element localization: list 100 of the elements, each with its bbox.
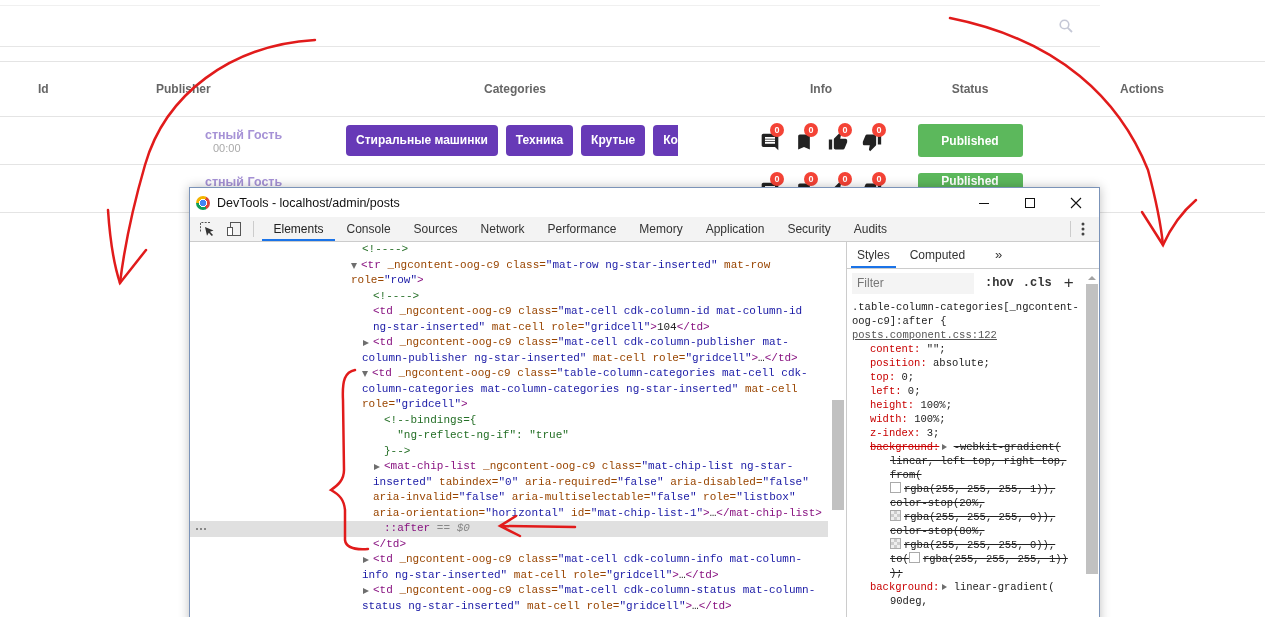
count-badge: 0 xyxy=(770,122,784,137)
css-value: linear-gradient( xyxy=(953,581,1055,593)
html-element[interactable]: <td _ngcontent-oog-c9 class="mat-cell cdk-column-id mat-column-id ng-star-inserted" mat-cell role="gridcell">104</td> xyxy=(373,304,828,335)
category-chip[interactable]: Ко xyxy=(653,125,678,156)
color-swatch[interactable] xyxy=(890,510,901,521)
more-tabs-button[interactable]: » xyxy=(995,242,1003,268)
new-rule-button[interactable]: + xyxy=(1063,273,1074,293)
css-property[interactable]: height: xyxy=(870,399,915,411)
closing-tag: </td> xyxy=(373,537,406,550)
css-value: rgba(255, 255, 255, 0)), xyxy=(904,511,1056,523)
css-value: 3; xyxy=(926,427,940,439)
column-header: Actions xyxy=(1119,82,1165,96)
count-badge: 0 xyxy=(838,172,852,186)
css-value: -webkit-gradient( xyxy=(953,441,1061,453)
toolbar-button[interactable]: .cls xyxy=(1022,276,1052,290)
category-chip[interactable]: Крутые xyxy=(581,125,646,156)
html-element[interactable]: <td _ngcontent-oog-c9 class="mat-cell cdk-column-status mat-column-status ng-star-inserted" mat-cell role="gridcell">…</td> xyxy=(362,583,828,614)
css-rule-header: .table-column-categories[_ngcontent-oog-c9]:after { posts.component.css:122 xyxy=(852,300,1080,342)
color-swatch[interactable] xyxy=(890,538,901,549)
sidebar-tab[interactable]: Computed xyxy=(903,242,972,268)
thumbs-up-icon[interactable] xyxy=(828,131,848,152)
css-value: color-stop(80%, xyxy=(890,525,985,537)
css-value: from( xyxy=(890,469,922,481)
html-element[interactable]: <tr _ngcontent-oog-c9 class="mat-row ng-star-inserted" mat-row role="row"> xyxy=(351,257,828,289)
panel-tab[interactable]: Sources xyxy=(402,217,470,241)
column-header: Status xyxy=(950,82,990,96)
html-comment[interactable]: <!----> xyxy=(373,288,828,304)
count-badge: 0 xyxy=(770,172,784,186)
panel-tab[interactable]: Memory xyxy=(627,217,695,241)
panel-tab[interactable]: Performance xyxy=(536,217,628,241)
css-property[interactable]: left: xyxy=(870,385,902,397)
category-chip[interactable]: Стиральные машинки xyxy=(346,125,498,156)
browser-logo-icon xyxy=(196,195,210,210)
close-icon[interactable] xyxy=(1070,196,1082,209)
css-property[interactable]: top: xyxy=(870,371,896,383)
css-value: 0; xyxy=(907,385,921,397)
panel-tab[interactable]: Audits xyxy=(842,217,899,241)
css-property[interactable]: content: xyxy=(870,343,921,355)
expanded-arrow-icon[interactable] xyxy=(351,262,357,269)
category-chip[interactable]: Техника xyxy=(505,125,574,156)
expand-arrow-icon[interactable] xyxy=(942,444,948,451)
css-value: 0; xyxy=(901,371,915,383)
expanded-arrow-icon[interactable] xyxy=(362,371,368,377)
css-property[interactable]: width: xyxy=(870,413,908,425)
source-link[interactable]: posts.component.css:122 xyxy=(852,329,997,341)
panel-tab[interactable]: Network xyxy=(469,217,537,241)
css-property[interactable]: background: xyxy=(870,581,940,593)
sidebar-tab[interactable]: Styles xyxy=(851,242,896,268)
css-value: 90deg, xyxy=(890,595,928,607)
css-value: 100%; xyxy=(920,399,952,411)
device-toggle-icon[interactable] xyxy=(226,221,242,237)
html-element[interactable]: <td _ngcontent-oog-c9 class="mat-cell cdk-column-publisher mat-column-publisher ng-star-inserted" mat-cell role="gridcell">…</td> xyxy=(362,335,828,366)
count-badge: 0 xyxy=(804,172,818,186)
html-comment[interactable]: <!--bindings={ "ng-reflect-ng-if": "true" }--> xyxy=(384,412,828,459)
column-header: Id xyxy=(37,82,50,96)
maximize-icon[interactable] xyxy=(1024,196,1036,209)
css-property[interactable]: position: xyxy=(870,357,927,369)
selected-row[interactable]: ::after == $0 xyxy=(190,521,828,537)
scrollbar-thumb[interactable] xyxy=(831,400,844,510)
filter-field[interactable]: Filter xyxy=(852,272,974,294)
css-value: rgba(255, 255, 255, 1)), xyxy=(904,483,1056,495)
color-swatch[interactable] xyxy=(908,552,920,563)
css-value: rgba(255, 255, 255, 0)), xyxy=(904,539,1056,551)
comment-icon[interactable] xyxy=(760,131,780,152)
css-value: color-stop(20%, xyxy=(890,497,985,509)
panel-tab[interactable]: Application xyxy=(694,217,776,241)
collapsed-arrow-icon[interactable] xyxy=(363,588,369,594)
toolbar-button[interactable]: :hov xyxy=(985,276,1014,290)
html-comment[interactable]: <!----> xyxy=(362,242,828,258)
css-value: ); xyxy=(890,567,903,579)
publish-date: 00:00 xyxy=(212,141,242,154)
css-property[interactable]: z-index: xyxy=(870,427,921,439)
css-value: ""; xyxy=(926,343,946,355)
color-swatch[interactable] xyxy=(890,482,901,493)
css-value: 100%; xyxy=(914,413,946,425)
css-value: absolute; xyxy=(933,357,990,369)
count-badge: 0 xyxy=(872,172,886,186)
count-badge: 0 xyxy=(872,122,886,137)
window-title: DevTools - localhost/admin/posts xyxy=(217,195,400,210)
css-value: to( xyxy=(890,553,909,565)
html-element[interactable]: <td _ngcontent-oog-c9 class="mat-cell cdk-column-info mat-column-info ng-star-inserted" mat-cell role="gridcell">…</td> xyxy=(362,552,828,583)
collapsed-arrow-icon[interactable] xyxy=(363,557,369,563)
column-header: Info xyxy=(809,82,833,96)
scrollbar-thumb[interactable] xyxy=(1085,284,1098,574)
html-element[interactable]: <td _ngcontent-oog-c9 class="table-column-categories mat-cell cdk-column-categories mat-column-categories ng-star-inserted" mat-cell role="gridcell"> xyxy=(362,366,828,413)
collapsed-arrow-icon[interactable] xyxy=(363,340,369,346)
css-property[interactable]: background: xyxy=(870,441,940,453)
count-badge: 0 xyxy=(804,122,818,137)
more-options-icon[interactable] xyxy=(1081,222,1085,236)
column-header: Categories xyxy=(483,82,547,96)
panel-tab[interactable]: Console xyxy=(335,217,403,241)
expand-arrow-icon[interactable] xyxy=(942,584,948,591)
panel-tab[interactable]: Security xyxy=(775,217,843,241)
panel-tab[interactable]: Elements xyxy=(262,217,336,241)
inspect-icon[interactable] xyxy=(199,221,215,237)
count-badge: 0 xyxy=(838,122,852,137)
pseudo-element[interactable]: ::after == $0 xyxy=(384,521,828,537)
html-element[interactable]: <mat-chip-list _ngcontent-oog-c9 class="mat-chip-list ng-star-inserted" tabindex="0" aria-required="false" aria-disabled="false" aria-invalid="false" aria-multiselectable="false" role="listbox" aria-orientation="horizontal" id="mat-chip-list-1">…</mat-chip-list> xyxy=(373,459,828,521)
css-value: linear, left top, right top, xyxy=(890,455,1067,467)
collapsed-arrow-icon[interactable] xyxy=(374,464,380,470)
